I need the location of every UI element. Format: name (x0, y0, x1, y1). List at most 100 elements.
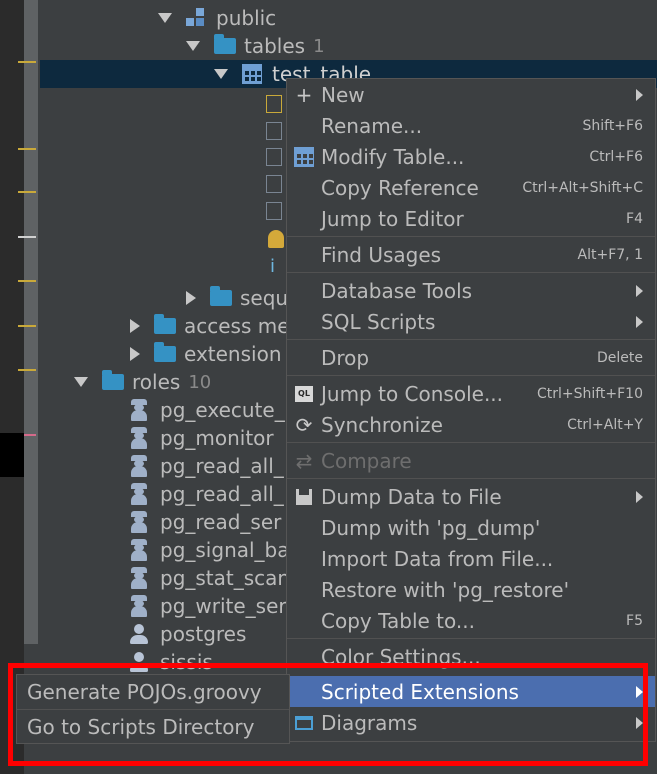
submenu-item-generate-pojos[interactable]: Generate POJOs.groovy (17, 675, 289, 709)
tree-node-role[interactable]: pg_read_all_ (128, 480, 284, 508)
tree-node-role[interactable]: pg_write_ser (128, 592, 287, 620)
menu-item-label: Find Usages (321, 242, 442, 267)
column-icon (266, 202, 282, 220)
menu-separator (287, 442, 655, 443)
menu-item-shortcut: Shift+F6 (582, 117, 643, 134)
menu-separator (287, 478, 655, 479)
menu-item-copy-reference[interactable]: Copy Reference Ctrl+Alt+Shift+C (287, 172, 655, 203)
menu-item-dump-pg-dump[interactable]: Dump with 'pg_dump' (287, 512, 655, 543)
menu-item-drop[interactable]: Drop Delete (287, 342, 655, 373)
key-column-icon (266, 95, 282, 113)
tree-node-public[interactable]: public (158, 4, 276, 32)
menu-item-modify-table[interactable]: Modify Table... Ctrl+F6 (287, 141, 655, 172)
submenu-item-scripts-directory[interactable]: Go to Scripts Directory (17, 710, 289, 744)
column-icon (266, 122, 282, 140)
table-icon (293, 146, 315, 168)
menu-item-diagrams[interactable]: Diagrams (287, 707, 655, 738)
menu-item-rename[interactable]: Rename... Shift+F6 (287, 110, 655, 141)
menu-item-import-data[interactable]: Import Data from File... (287, 543, 655, 574)
tree-node-role[interactable]: pg_signal_ba (128, 536, 290, 564)
menu-item-database-tools[interactable]: Database Tools (287, 275, 655, 306)
tree-node-role[interactable]: pg_read_ser (128, 508, 281, 536)
scrollbar-track[interactable] (24, 0, 38, 644)
menu-item-scripted-extensions[interactable]: Scripted Extensions (287, 676, 655, 707)
key-icon (268, 230, 284, 248)
menu-item-jump-to-editor[interactable]: Jump to Editor F4 (287, 203, 655, 234)
expand-arrow-icon[interactable] (158, 13, 172, 23)
console-icon: QL (293, 383, 315, 405)
column-icon (266, 148, 282, 166)
menu-item-find-usages[interactable]: Find Usages Alt+F7, 1 (287, 239, 655, 270)
role-icon (128, 455, 150, 477)
menu-item-sql-scripts[interactable]: SQL Scripts (287, 306, 655, 337)
menu-item-shortcut: Ctrl+Alt+Shift+C (522, 179, 643, 196)
menu-item-dump-data[interactable]: Dump Data to File (287, 481, 655, 512)
menu-item-copy-table[interactable]: Copy Table to... F5 (287, 605, 655, 636)
tree-node-label: access me (184, 314, 290, 338)
submenu-arrow-icon (636, 490, 643, 503)
gutter-marker (18, 280, 36, 282)
role-icon (128, 595, 150, 617)
menu-separator (287, 236, 655, 237)
menu-item-label: Compare (321, 448, 412, 473)
diagram-icon (293, 712, 315, 734)
plus-icon: + (295, 82, 313, 107)
menu-item-shortcut: Ctrl+Alt+Y (567, 416, 643, 433)
gutter-marker (18, 61, 36, 63)
user-icon (128, 651, 150, 673)
tree-node-role[interactable]: pg_execute_ (128, 396, 285, 424)
menu-item-label: Copy Reference (321, 175, 479, 200)
expand-arrow-icon[interactable] (130, 347, 140, 361)
role-icon (128, 539, 150, 561)
schema-icon (186, 8, 206, 28)
gutter-marker (18, 148, 36, 150)
role-icon (128, 483, 150, 505)
tree-node-user[interactable]: postgres (128, 620, 246, 648)
menu-item-shortcut: Alt+F7, 1 (577, 246, 643, 263)
tree-node-role[interactable]: pg_monitor (128, 424, 274, 452)
submenu-arrow-icon (636, 284, 643, 297)
menu-item-label: Color Settings... (321, 644, 481, 669)
menu-item-label: Drop (321, 345, 370, 370)
tree-node-user[interactable]: sissis (128, 648, 213, 676)
menu-item-shortcut: F4 (626, 210, 643, 227)
tree-node-label: pg_stat_scan (160, 566, 291, 590)
folder-icon (154, 342, 176, 362)
menu-item-jump-to-console[interactable]: QL Jump to Console... Ctrl+Shift+F10 (287, 378, 655, 409)
expand-arrow-icon[interactable] (74, 377, 88, 387)
tree-node-role[interactable]: pg_stat_scan (128, 564, 290, 592)
save-icon (293, 486, 315, 508)
menu-item-label: Database Tools (321, 278, 473, 303)
menu-item-new[interactable]: + New (287, 79, 655, 110)
column-icon (266, 175, 282, 193)
menu-item-restore-pg-restore[interactable]: Restore with 'pg_restore' (287, 574, 655, 605)
expand-arrow-icon[interactable] (186, 291, 196, 305)
tree-node-role[interactable]: pg_read_all_ (128, 452, 284, 480)
expand-arrow-icon[interactable] (186, 41, 200, 51)
tree-node-access-methods[interactable]: access me (130, 312, 290, 340)
role-icon (128, 427, 150, 449)
role-icon (128, 567, 150, 589)
tree-node-label: public (216, 6, 277, 30)
tree-node-roles[interactable]: roles 10 (74, 368, 211, 396)
expand-arrow-icon[interactable] (130, 319, 140, 333)
tree-node-label: tables (244, 34, 306, 58)
tree-node-sequences[interactable]: sequ (186, 284, 288, 312)
submenu-item-label: Go to Scripts Directory (27, 715, 255, 739)
menu-separator (287, 638, 655, 639)
expand-arrow-icon[interactable] (214, 69, 228, 79)
gutter-marker (18, 191, 36, 193)
gutter-marker (18, 325, 36, 327)
menu-item-label: New (321, 82, 365, 107)
scripted-extensions-submenu: Generate POJOs.groovy Go to Scripts Dire… (16, 674, 290, 744)
menu-separator (287, 375, 655, 376)
menu-item-label: Dump with 'pg_dump' (321, 515, 541, 540)
menu-item-label: Diagrams (321, 710, 418, 735)
menu-item-shortcut: Delete (597, 349, 643, 366)
menu-item-color-settings[interactable]: Color Settings... (287, 641, 655, 672)
tree-node-tables[interactable]: tables 1 (186, 32, 325, 60)
table-icon (242, 64, 262, 84)
folder-icon (210, 286, 232, 306)
menu-item-synchronize[interactable]: ⟳ Synchronize Ctrl+Alt+Y (287, 409, 655, 440)
tree-node-extensions[interactable]: extension (130, 340, 282, 368)
